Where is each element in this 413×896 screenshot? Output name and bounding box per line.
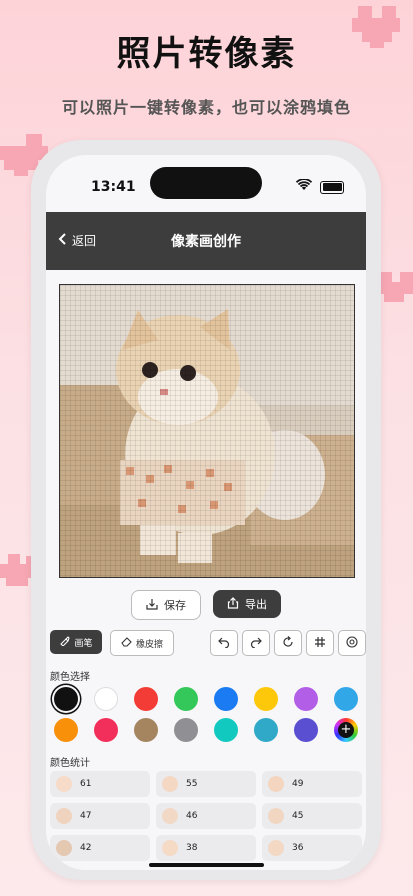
save-label: 保存	[164, 599, 186, 612]
color-dot	[56, 840, 72, 856]
tool-bar: 画笔 橡皮擦	[50, 630, 366, 656]
color-dot	[56, 776, 72, 792]
color-stat-item: 46	[156, 803, 256, 829]
color-swatch[interactable]	[214, 718, 238, 742]
phone-frame: 13:41 返回 像素画创作 保存 导出 画笔 橡皮擦 颜色选择 + 颜色统计 …	[31, 140, 381, 880]
grid-toggle-button[interactable]	[306, 630, 334, 656]
pixel-canvas[interactable]	[59, 284, 355, 578]
pen-label: 画笔	[74, 638, 93, 649]
color-count: 46	[186, 811, 198, 821]
color-swatch[interactable]	[94, 687, 118, 711]
color-swatch[interactable]	[174, 687, 198, 711]
color-stat-item: 42	[50, 835, 150, 861]
eraser-label: 橡皮擦	[135, 639, 163, 650]
color-stat-item: 45	[262, 803, 362, 829]
marketing-headline: 照片转像素	[116, 34, 297, 74]
color-stat-item: 38	[156, 835, 256, 861]
color-stat-item: 61	[50, 771, 150, 797]
color-stat-item: 36	[262, 835, 362, 861]
color-dot	[268, 808, 284, 824]
export-button[interactable]: 导出	[213, 590, 281, 618]
color-count: 55	[186, 779, 198, 789]
eraser-icon	[121, 636, 132, 650]
eraser-tool-button[interactable]: 橡皮擦	[110, 630, 174, 656]
redo-button[interactable]	[242, 630, 270, 656]
color-stat-item: 47	[50, 803, 150, 829]
color-swatch[interactable]	[174, 718, 198, 742]
brush-icon	[59, 635, 71, 649]
color-swatch[interactable]	[254, 687, 278, 711]
color-swatch[interactable]	[134, 718, 158, 742]
color-select-label: 颜色选择	[50, 672, 90, 683]
color-stat-item: 55	[156, 771, 256, 797]
app-screen: 13:41 返回 像素画创作 保存 导出 画笔 橡皮擦 颜色选择 + 颜色统计 …	[46, 155, 366, 870]
color-dot	[268, 776, 284, 792]
color-swatch[interactable]	[294, 687, 318, 711]
page-title: 像素画创作	[171, 234, 241, 250]
save-button[interactable]: 保存	[131, 590, 201, 620]
pixel-grid-overlay	[60, 285, 354, 577]
download-icon	[146, 598, 158, 613]
color-dot	[162, 776, 178, 792]
color-dot	[56, 808, 72, 824]
color-dot	[162, 808, 178, 824]
color-count: 45	[292, 811, 304, 821]
color-swatch[interactable]	[134, 687, 158, 711]
target-button[interactable]	[338, 630, 366, 656]
status-icons	[295, 178, 344, 195]
color-count: 49	[292, 779, 304, 789]
export-label: 导出	[245, 598, 267, 611]
custom-color-button[interactable]	[334, 718, 358, 742]
color-swatch[interactable]	[54, 718, 78, 742]
redo-icon	[250, 636, 262, 651]
color-swatch[interactable]	[214, 687, 238, 711]
share-icon	[227, 596, 239, 612]
grid-icon	[314, 636, 326, 651]
color-stat-item: 49	[262, 771, 362, 797]
color-count: 61	[80, 779, 92, 789]
marketing-subline: 可以照片一键转像素，也可以涂鸦填色	[61, 98, 351, 117]
color-swatch[interactable]	[334, 687, 358, 711]
color-swatch[interactable]	[294, 718, 318, 742]
home-indicator	[149, 863, 264, 867]
action-buttons: 保存 导出	[46, 590, 366, 620]
color-count: 38	[186, 843, 198, 853]
color-dot	[268, 840, 284, 856]
refresh-icon	[282, 635, 294, 651]
color-swatch[interactable]	[54, 687, 78, 711]
undo-icon	[218, 636, 230, 651]
undo-button[interactable]	[210, 630, 238, 656]
target-icon	[346, 635, 358, 651]
nav-bar: 返回 像素画创作	[46, 212, 366, 270]
dynamic-island	[150, 167, 262, 199]
color-stats-label: 颜色统计	[50, 758, 90, 769]
battery-icon	[320, 180, 344, 194]
pen-tool-button[interactable]: 画笔	[50, 630, 102, 654]
refresh-button[interactable]	[274, 630, 302, 656]
color-count: 47	[80, 811, 92, 821]
color-count: 42	[80, 843, 92, 853]
color-swatch[interactable]	[94, 718, 118, 742]
status-time: 13:41	[91, 179, 136, 195]
color-count: 36	[292, 843, 304, 853]
color-dot	[162, 840, 178, 856]
wifi-icon	[295, 178, 313, 195]
color-swatch[interactable]	[254, 718, 278, 742]
